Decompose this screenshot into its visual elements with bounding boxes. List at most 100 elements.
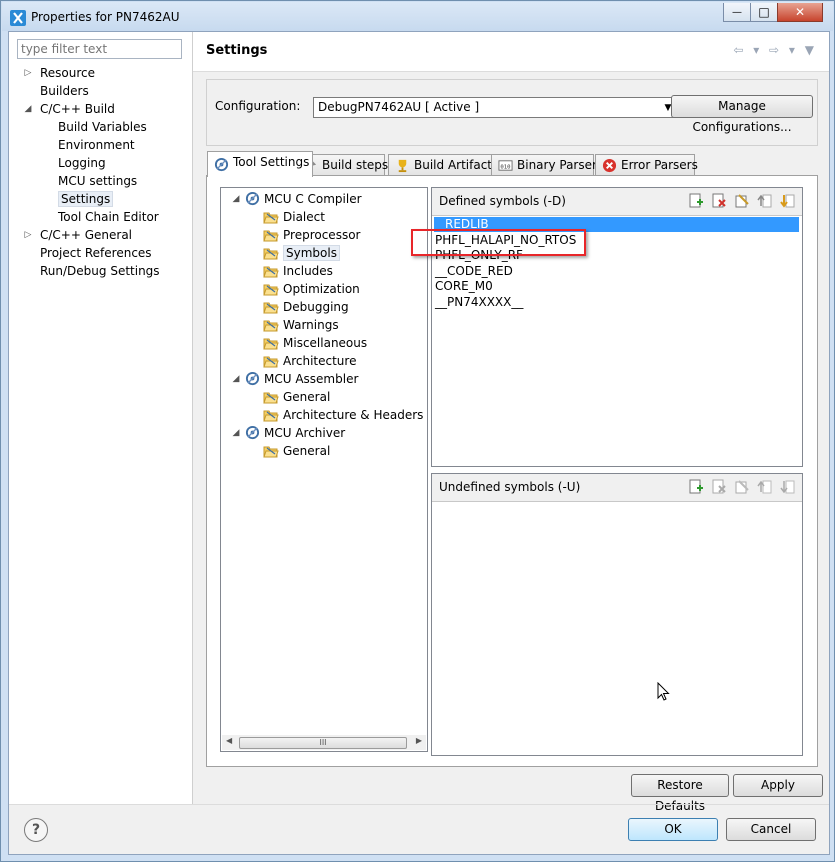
defined-symbols-header: Defined symbols (-D) [432,188,802,216]
tool-gear-icon [245,425,260,440]
tool-tree-label: Optimization [283,282,360,296]
folder-icon [263,302,279,314]
edit-icon[interactable] [734,479,750,495]
tool-option-node[interactable]: Dialect [263,208,325,226]
tool-option-node[interactable]: Warnings [263,316,339,334]
tree-item[interactable]: Tool Chain Editor [58,208,159,226]
scroll-left-icon[interactable]: ◀ [226,736,232,745]
folder-icon [263,266,279,278]
move-up-icon[interactable] [757,479,773,495]
configuration-value: DebugPN7462AU [ Active ] [318,100,480,114]
edit-icon[interactable] [734,193,750,209]
tool-tree-label: Architecture & Headers [283,408,424,422]
tree-item[interactable]: Project References [40,244,152,262]
tool-gear-icon [245,191,260,206]
close-icon: ✕ [794,5,806,19]
tool-option-node[interactable]: General [263,442,330,460]
tool-node[interactable]: ◢ MCU Assembler [233,370,358,388]
tab-binary-parsers[interactable]: 010 Binary Parsers [491,154,603,176]
tree-item[interactable]: Run/Debug Settings [40,262,160,280]
collapse-toggle-icon[interactable]: ◢ [231,424,241,442]
tool-tree-label: Preprocessor [283,228,361,242]
tree-item-label: Tool Chain Editor [58,210,159,224]
apply-button[interactable]: Apply [733,774,823,797]
navigation-arrows[interactable]: ⇦ ▾ ⇨ ▾ ▼ [733,43,817,57]
cancel-button[interactable]: Cancel [726,818,816,841]
scroll-right-icon[interactable]: ▶ [416,736,422,745]
filter-input[interactable] [18,40,182,58]
trophy-icon [398,159,407,173]
maximize-button[interactable]: □ [750,3,778,22]
defined-symbols-title: Defined symbols (-D) [439,194,566,208]
tool-option-node[interactable]: Debugging [263,298,349,316]
tree-item[interactable]: Settings [58,190,114,208]
help-icon[interactable]: ? [24,818,48,842]
tree-item[interactable]: Logging [58,154,106,172]
scroll-thumb[interactable]: III [239,737,407,749]
tool-tree-label: Warnings [283,318,339,332]
tool-option-node[interactable]: Includes [263,262,333,280]
delete-icon[interactable] [711,479,727,495]
tree-item[interactable]: MCU settings [58,172,137,190]
symbol-item[interactable]: CORE_M0 [435,279,493,294]
symbol-item[interactable]: __CODE_RED [435,264,513,279]
restore-defaults-button[interactable]: Restore Defaults [631,774,729,813]
ok-button[interactable]: OK [628,818,718,841]
tool-option-node[interactable]: Preprocessor [263,226,361,244]
tool-node[interactable]: ◢ MCU Archiver [233,424,345,442]
add-icon[interactable] [688,479,704,495]
close-button[interactable]: ✕ [777,3,823,22]
expand-toggle-icon[interactable]: ◢ [23,100,33,118]
tree-item[interactable]: ▷ C/C++ General [25,226,132,244]
tool-node[interactable]: ◢ MCU C Compiler [233,190,362,208]
tool-option-node[interactable]: General [263,388,330,406]
tree-item[interactable]: ▷ Resource [25,64,96,82]
configuration-select[interactable]: DebugPN7462AU [ Active ] ▼ [313,97,677,118]
folder-icon [263,320,279,332]
tree-item-label: Builders [40,84,89,98]
properties-window: Properties for PN7462AU — □ ✕ ▷ Resource B… [0,0,835,862]
move-up-icon[interactable] [757,193,773,209]
tool-option-node[interactable]: Architecture & Headers [263,406,424,424]
move-down-icon[interactable] [780,193,796,209]
tool-tree-label: Includes [283,264,333,278]
manage-configurations-button[interactable]: Manage Configurations... [671,95,813,134]
tool-settings-panel: ◢ MCU C Compiler Dialect Preprocessor Symbol… [206,175,818,767]
expand-toggle-icon[interactable]: ▷ [23,226,33,244]
configuration-label: Configuration: [215,99,301,113]
tool-tree: ◢ MCU C Compiler Dialect Preprocessor Symbol… [220,187,428,752]
title-bar: Properties for PN7462AU — □ ✕ [2,2,833,31]
tab-label: Error Parsers [621,158,698,172]
collapse-toggle-icon[interactable]: ◢ [231,190,241,208]
tool-tree-label: Miscellaneous [283,336,368,350]
undefined-symbols-group: Undefined symbols (-U) [431,473,803,756]
tool-option-node[interactable]: Architecture [263,352,356,370]
tool-option-node[interactable]: Symbols [263,244,340,262]
tab-build-artifact[interactable]: Build Artifact [388,154,492,176]
folder-icon [263,284,279,296]
tree-item[interactable]: Build Variables [58,118,147,136]
tree-horizontal-scrollbar[interactable]: ◀ III ▶ [222,735,426,750]
tool-option-node[interactable]: Optimization [263,280,360,298]
collapse-toggle-icon[interactable]: ◢ [231,370,241,388]
mouse-cursor-icon [657,682,670,701]
add-icon[interactable] [688,193,704,209]
tab-tool-settings[interactable]: Tool Settings [207,151,313,177]
tree-item[interactable]: ◢ C/C++ Build [25,100,115,118]
folder-icon [263,392,279,404]
filter-field[interactable] [17,39,182,59]
tab-error-parsers[interactable]: Error Parsers [595,154,698,176]
tool-option-node[interactable]: Miscellaneous [263,334,368,352]
page-title: Settings [206,43,268,58]
tree-item[interactable]: Builders [40,82,89,100]
minimize-button[interactable]: — [723,3,751,22]
delete-icon[interactable] [711,193,727,209]
expand-toggle-icon[interactable]: ▷ [23,64,33,82]
move-down-icon[interactable] [780,479,796,495]
symbol-item[interactable]: __PN74XXXX__ [435,295,523,310]
tab-label: Binary Parsers [517,158,604,172]
tree-item[interactable]: Environment [58,136,135,154]
tree-item-label: C/C++ Build [40,102,115,116]
folder-icon [263,212,279,224]
